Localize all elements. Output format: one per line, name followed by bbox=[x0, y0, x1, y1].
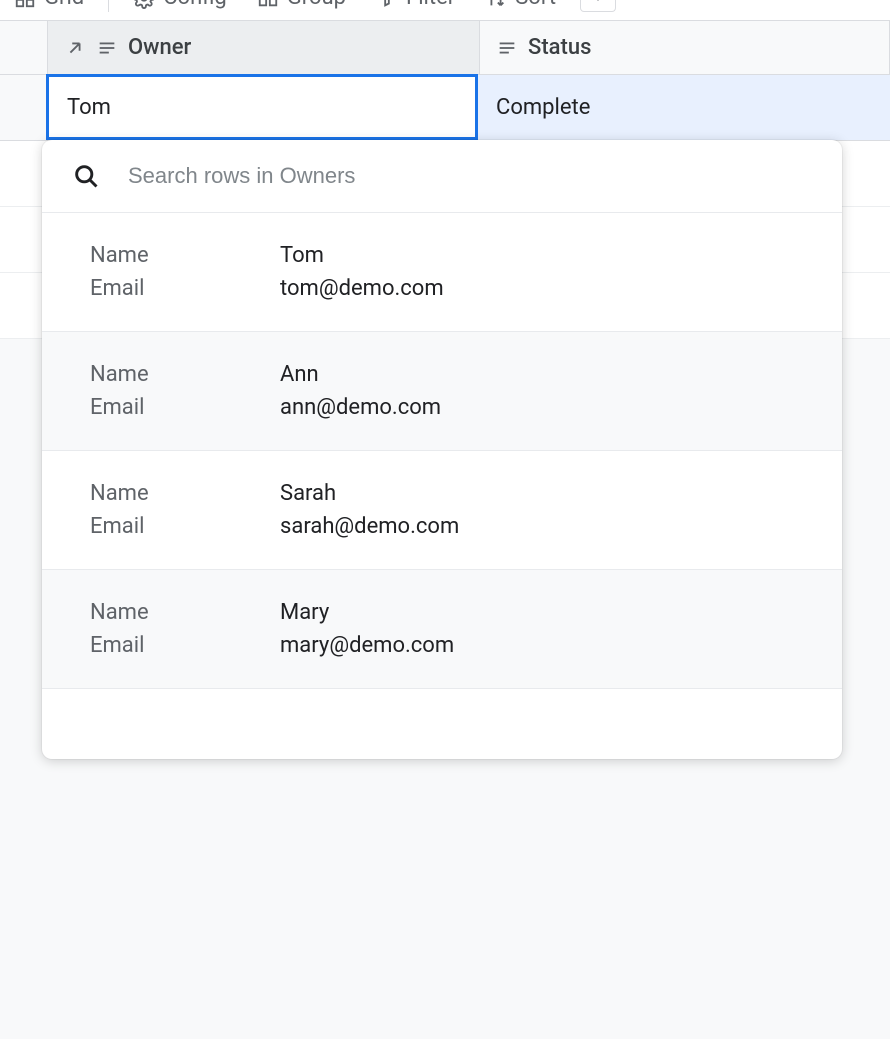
gear-icon bbox=[133, 0, 155, 9]
column-header-owner[interactable]: Owner bbox=[48, 21, 480, 74]
field-label-email: Email bbox=[90, 633, 280, 658]
field-value-name: Sarah bbox=[280, 481, 336, 506]
dropdown-item[interactable]: Name Mary Email mary@demo.com bbox=[42, 570, 842, 689]
share-up-icon bbox=[587, 0, 609, 5]
field-label-email: Email bbox=[90, 395, 280, 420]
reference-picker-dropdown: Name Tom Email tom@demo.com Name Ann Ema… bbox=[42, 140, 842, 759]
view-toolbar: Grid Config Group Filter Sort bbox=[0, 0, 890, 8]
cell-owner-value: Tom bbox=[67, 95, 111, 120]
view-switcher-label: Grid bbox=[44, 0, 84, 10]
config-label: Config bbox=[163, 0, 227, 10]
filter-label: Filter bbox=[406, 0, 455, 10]
grid-header-row: Owner Status bbox=[0, 21, 890, 75]
sort-label: Sort bbox=[515, 0, 556, 10]
field-label-name: Name bbox=[90, 362, 280, 387]
filter-icon bbox=[376, 0, 398, 9]
field-label-name: Name bbox=[90, 243, 280, 268]
view-switcher[interactable]: Grid bbox=[8, 0, 90, 14]
column-header-owner-label: Owner bbox=[128, 35, 191, 60]
grid-row[interactable]: Tom Complete bbox=[0, 75, 890, 141]
search-icon bbox=[72, 162, 100, 190]
cell-owner[interactable]: Tom bbox=[46, 74, 478, 140]
sort-icon bbox=[485, 0, 507, 9]
field-value-email: sarah@demo.com bbox=[280, 514, 459, 539]
column-header-status-label: Status bbox=[528, 35, 591, 60]
sort-button[interactable]: Sort bbox=[479, 0, 562, 14]
dropdown-item[interactable]: Name Ann Email ann@demo.com bbox=[42, 332, 842, 451]
field-value-email: ann@demo.com bbox=[280, 395, 441, 420]
field-label-email: Email bbox=[90, 276, 280, 301]
row-number-gutter-header bbox=[0, 21, 48, 74]
column-header-status[interactable]: Status bbox=[480, 21, 890, 74]
group-icon bbox=[257, 0, 279, 9]
reference-arrow-icon bbox=[64, 37, 86, 59]
field-value-name: Ann bbox=[280, 362, 319, 387]
cell-status[interactable]: Complete bbox=[478, 75, 890, 140]
field-value-email: tom@demo.com bbox=[280, 276, 444, 301]
text-lines-icon bbox=[96, 37, 118, 59]
dropdown-search-row bbox=[42, 140, 842, 213]
field-label-name: Name bbox=[90, 481, 280, 506]
field-value-name: Mary bbox=[280, 600, 329, 625]
group-label: Group bbox=[287, 0, 346, 10]
row-number-gutter[interactable] bbox=[0, 75, 48, 140]
toolbar-divider bbox=[108, 0, 109, 12]
field-label-name: Name bbox=[90, 600, 280, 625]
dropdown-item[interactable]: Name Sarah Email sarah@demo.com bbox=[42, 451, 842, 570]
field-value-name: Tom bbox=[280, 243, 324, 268]
dropdown-footer-space bbox=[42, 689, 842, 759]
cell-status-value: Complete bbox=[496, 95, 590, 120]
group-button[interactable]: Group bbox=[251, 0, 352, 14]
share-button[interactable] bbox=[580, 0, 616, 12]
dropdown-item[interactable]: Name Tom Email tom@demo.com bbox=[42, 213, 842, 332]
config-button[interactable]: Config bbox=[127, 0, 233, 14]
field-label-email: Email bbox=[90, 514, 280, 539]
search-input[interactable] bbox=[128, 163, 812, 189]
filter-button[interactable]: Filter bbox=[370, 0, 461, 14]
field-value-email: mary@demo.com bbox=[280, 633, 454, 658]
grid-view-icon bbox=[14, 0, 36, 9]
text-lines-icon bbox=[496, 37, 518, 59]
